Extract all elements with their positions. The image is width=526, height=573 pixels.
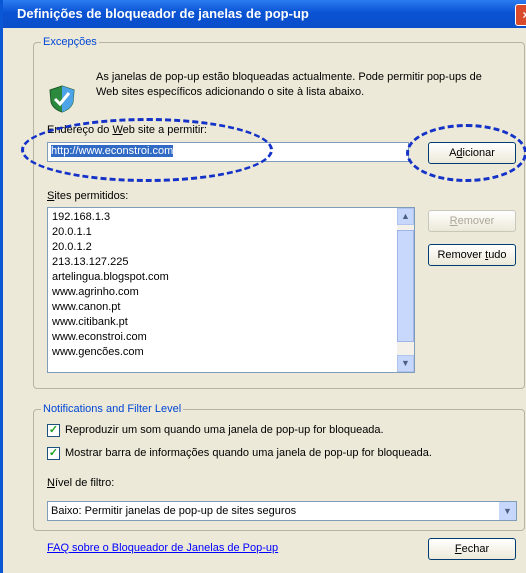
allowed-site-item[interactable]: 192.168.1.3	[52, 210, 392, 225]
filter-level-value: Baixo: Permitir janelas de pop-up de sit…	[51, 505, 297, 517]
allowed-site-item[interactable]: 20.0.1.1	[52, 225, 392, 240]
show-bar-label: Mostrar barra de informações quando uma …	[65, 447, 432, 459]
scroll-down-icon[interactable]: ▼	[397, 355, 414, 372]
allowed-sites-items: 192.168.1.3 20.0.1.1 20.0.1.2 213.13.127.22…	[52, 210, 392, 360]
allowed-site-item[interactable]: artelingua.blogspot.com	[52, 270, 392, 285]
window-title: Definições de bloqueador de janelas de p…	[17, 6, 309, 21]
annotation-ellipse-add-button	[406, 124, 526, 182]
allowed-sites-label: Sites permitidos:	[47, 190, 129, 202]
allowed-site-item[interactable]: www.gencões.com	[52, 345, 392, 360]
close-window-button[interactable]: ×	[515, 4, 526, 26]
shield-check-icon	[49, 85, 75, 113]
allowed-site-item[interactable]: www.citibank.pt	[52, 315, 392, 330]
chevron-down-icon[interactable]: ▼	[499, 502, 516, 520]
allowed-site-item[interactable]: www.econstroi.com	[52, 330, 392, 345]
notifications-legend: Notifications and Filter Level	[41, 403, 184, 415]
remove-button[interactable]: Remover	[428, 210, 516, 232]
allowed-site-item[interactable]: www.canon.pt	[52, 300, 392, 315]
play-sound-checkbox[interactable]: ✓	[47, 424, 60, 437]
remove-all-button[interactable]: Remover tudo	[428, 244, 516, 266]
filter-level-label: Nível de filtro:	[47, 477, 115, 489]
title-bar[interactable]: Definições de bloqueador de janelas de p…	[3, 0, 526, 28]
scroll-up-icon[interactable]: ▲	[397, 208, 414, 225]
faq-link[interactable]: FAQ sobre o Bloqueador de Janelas de Pop…	[47, 542, 278, 554]
play-sound-label: Reproduzir um som quando uma janela de p…	[65, 424, 384, 436]
scroll-thumb[interactable]	[397, 230, 414, 342]
filter-level-select[interactable]: Baixo: Permitir janelas de pop-up de sit…	[47, 501, 517, 521]
show-bar-checkbox[interactable]: ✓	[47, 447, 60, 460]
exceptions-info-text: As janelas de pop-up estão bloqueadas ac…	[96, 71, 482, 98]
allowed-sites-list[interactable]: 192.168.1.3 20.0.1.1 20.0.1.2 213.13.127.22…	[47, 207, 415, 373]
close-icon: ×	[522, 8, 526, 22]
close-button[interactable]: Fechar	[428, 538, 516, 560]
list-scrollbar[interactable]: ▲ ▼	[397, 208, 414, 372]
allowed-site-item[interactable]: 20.0.1.2	[52, 240, 392, 255]
exceptions-legend: Excepções	[41, 36, 99, 48]
popup-blocker-settings-window: Definições de bloqueador de janelas de p…	[0, 0, 526, 573]
allowed-site-item[interactable]: www.agrinho.com	[52, 285, 392, 300]
allowed-site-item[interactable]: 213.13.127.225	[52, 255, 392, 270]
annotation-ellipse-address	[21, 118, 273, 182]
